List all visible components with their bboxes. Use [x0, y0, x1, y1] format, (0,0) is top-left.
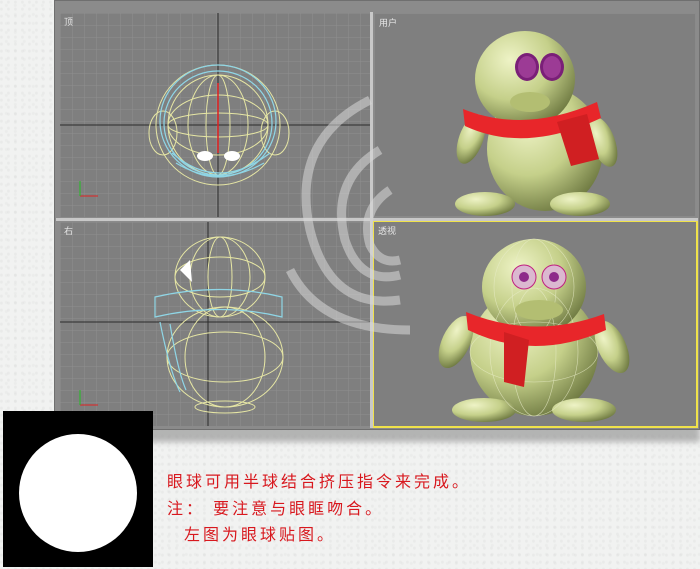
viewport-label-right[interactable]: 右 [64, 224, 73, 237]
user-shaded-render [455, 31, 618, 216]
viewport-right[interactable]: 右 [60, 222, 370, 426]
viewport-perspective[interactable]: 透视 [372, 220, 698, 428]
right-wireframe [60, 222, 370, 426]
caption-line-3: 左图为眼球贴图。 [184, 525, 337, 544]
viewport-label-perspective[interactable]: 透视 [378, 224, 396, 237]
viewport-user[interactable]: 用户 [374, 13, 696, 217]
eyeball-disc [19, 434, 137, 552]
viewport-divider-vertical[interactable] [370, 12, 373, 428]
viewport-label-top[interactable]: 顶 [64, 15, 73, 28]
caption-line-2: 注： 要注意与眼眶吻合。 [167, 499, 385, 518]
viewport-top[interactable]: 顶 [60, 13, 370, 217]
viewport-divider-horizontal[interactable] [56, 218, 698, 221]
viewport-label-user[interactable]: 用户 [379, 16, 397, 29]
top-wireframe [60, 13, 370, 217]
perspective-shaded-wire [438, 238, 630, 422]
caption-line-1: 眼球可用半球结合挤压指令来完成。 [167, 472, 472, 491]
eyeball-texture-map [3, 411, 153, 567]
